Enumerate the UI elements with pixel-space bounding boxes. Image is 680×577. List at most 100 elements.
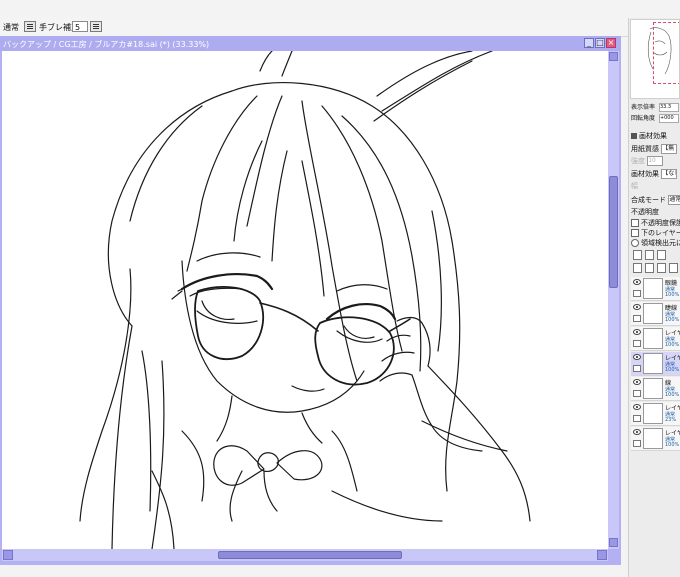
navigator-preview[interactable]: [630, 19, 680, 99]
detect-source-radio[interactable]: 領域検出元に: [631, 238, 680, 248]
stabilizer-options-icon[interactable]: [90, 21, 102, 32]
rotate-field[interactable]: +000: [658, 114, 679, 123]
lock-icon[interactable]: [633, 340, 641, 347]
right-panel: 表示倍率 33.3 回転角度 +000 画材効果 用紙質感 【無 強度 10 画…: [628, 18, 680, 577]
lock-icon[interactable]: [633, 390, 641, 397]
layer-blend-label: 合成モード: [631, 196, 666, 204]
drawing-canvas[interactable]: [2, 51, 608, 549]
merge-down-icon[interactable]: [645, 263, 654, 273]
layer-thumbnail: [643, 353, 663, 374]
collapse-icon: [631, 133, 637, 139]
visibility-eye-icon[interactable]: [633, 279, 641, 285]
lineart-drawing: [79, 51, 531, 549]
minimize-button[interactable]: _: [584, 38, 594, 48]
vertical-scroll-thumb[interactable]: [609, 176, 618, 288]
effect-select[interactable]: 【なし: [661, 169, 678, 179]
clip-lower-label: 下のレイヤーでクリ: [641, 229, 680, 237]
layer-opacity: 100%: [665, 392, 680, 398]
opacity-label: 不透明度: [631, 208, 659, 216]
layer-item[interactable]: レイヤ 通常 23%: [631, 402, 680, 426]
detect-source-label: 領域検出元に: [641, 239, 680, 247]
layer-thumbnail: [643, 303, 663, 324]
delete-layer-icon[interactable]: [669, 263, 678, 273]
effect-row: 画材効果 【なし: [631, 169, 678, 179]
texture-select[interactable]: 【無: [661, 144, 678, 154]
checkbox-icon: [631, 219, 639, 227]
visibility-eye-icon[interactable]: [633, 329, 641, 335]
texture-strength-field[interactable]: 10: [647, 156, 664, 166]
layer-opacity: 23%: [665, 417, 677, 423]
layer-blend-row: 合成モード 通常: [631, 195, 680, 205]
effect-label: 画材効果: [631, 170, 659, 178]
preserve-opacity-label: 不透明度保護: [641, 219, 680, 227]
layer-buttons: [633, 250, 679, 276]
brush-options-icon[interactable]: [24, 21, 36, 32]
transfer-down-icon[interactable]: [633, 263, 642, 273]
lock-icon[interactable]: [633, 290, 641, 297]
zoom-label: 表示倍率: [631, 104, 656, 111]
zoom-field[interactable]: 33.3: [658, 103, 679, 112]
effect-strength-label: 幅: [631, 182, 638, 190]
navigator-view-frame[interactable]: [653, 22, 679, 84]
clip-lower-checkbox[interactable]: 下のレイヤーでクリ: [631, 228, 680, 238]
pen-icon[interactable]: [633, 365, 641, 372]
checkbox-icon: [631, 229, 639, 237]
blend-mode-select[interactable]: 通常: [3, 22, 19, 33]
top-menu-strip: [0, 0, 680, 18]
texture-strength-row: 強度 10: [631, 156, 664, 166]
tool-options-bar: 通常 手ブレ補正 5: [0, 18, 628, 37]
lock-icon[interactable]: [633, 440, 641, 447]
lock-icon[interactable]: [633, 315, 641, 322]
visibility-eye-icon[interactable]: [633, 304, 641, 310]
zoom-row: 表示倍率 33.3: [631, 102, 679, 112]
new-layer-icon[interactable]: [633, 250, 642, 260]
new-folder-icon[interactable]: [657, 250, 666, 260]
vertical-scrollbar[interactable]: [608, 51, 619, 549]
visibility-eye-icon[interactable]: [633, 404, 641, 410]
layer-item[interactable]: 線 通常 100%: [631, 377, 680, 401]
layer-thumbnail: [643, 378, 663, 399]
document-window: バックアップ / CG工房 / ブルアカ#18.sai (*) (33.33%)…: [0, 36, 621, 565]
layer-list: 眼鏡 通常 100% 睫線 通常 100% レイヤ 通常 100% レイヤ 通常: [631, 277, 680, 457]
clear-layer-icon[interactable]: [657, 263, 666, 273]
layer-opacity: 100%: [665, 317, 680, 323]
paper-effects-header[interactable]: 画材効果: [631, 131, 667, 141]
layer-blend-select[interactable]: 通常: [668, 195, 680, 205]
visibility-eye-icon[interactable]: [633, 379, 641, 385]
scroll-left-icon[interactable]: [3, 550, 13, 560]
horizontal-scrollbar[interactable]: [2, 549, 608, 561]
layer-thumbnail: [643, 428, 663, 449]
rotate-row: 回転角度 +000: [631, 113, 679, 123]
layer-item[interactable]: 眼鏡 通常 100%: [631, 277, 680, 301]
radio-icon: [631, 239, 639, 247]
horizontal-scroll-thumb[interactable]: [218, 551, 402, 559]
layer-item[interactable]: レイヤ 通常 100%: [631, 427, 680, 451]
texture-row: 用紙質感 【無: [631, 144, 678, 154]
paper-effects-title: 画材効果: [639, 132, 667, 140]
preserve-opacity-checkbox[interactable]: 不透明度保護: [631, 218, 680, 228]
close-button[interactable]: ×: [606, 38, 616, 48]
layer-item-selected[interactable]: レイヤ 通常 100%: [631, 352, 680, 376]
document-titlebar[interactable]: バックアップ / CG工房 / ブルアカ#18.sai (*) (33.33%)…: [0, 36, 621, 51]
layer-opacity: 100%: [665, 367, 680, 373]
scroll-down-icon[interactable]: [609, 538, 618, 547]
scroll-right-icon[interactable]: [597, 550, 607, 560]
visibility-eye-icon[interactable]: [633, 429, 641, 435]
texture-label: 用紙質感: [631, 145, 659, 153]
new-linework-layer-icon[interactable]: [645, 250, 654, 260]
document-title: バックアップ / CG工房 / ブルアカ#18.sai (*) (33.33%): [3, 40, 210, 49]
layer-opacity: 100%: [665, 292, 680, 298]
layer-item[interactable]: 睫線 通常 100%: [631, 302, 680, 326]
layer-thumbnail: [643, 328, 663, 349]
layer-thumbnail: [643, 278, 663, 299]
layer-item[interactable]: レイヤ 通常 100%: [631, 327, 680, 351]
layer-opacity: 100%: [665, 342, 680, 348]
texture-strength-label: 強度: [631, 157, 645, 165]
lock-icon[interactable]: [633, 415, 641, 422]
visibility-eye-icon[interactable]: [633, 354, 641, 360]
stabilizer-select[interactable]: 5: [72, 21, 88, 32]
maximize-button[interactable]: □: [595, 38, 605, 48]
opacity-row: 不透明度: [631, 207, 659, 217]
rotate-label: 回転角度: [631, 115, 656, 122]
scroll-up-icon[interactable]: [609, 52, 618, 61]
